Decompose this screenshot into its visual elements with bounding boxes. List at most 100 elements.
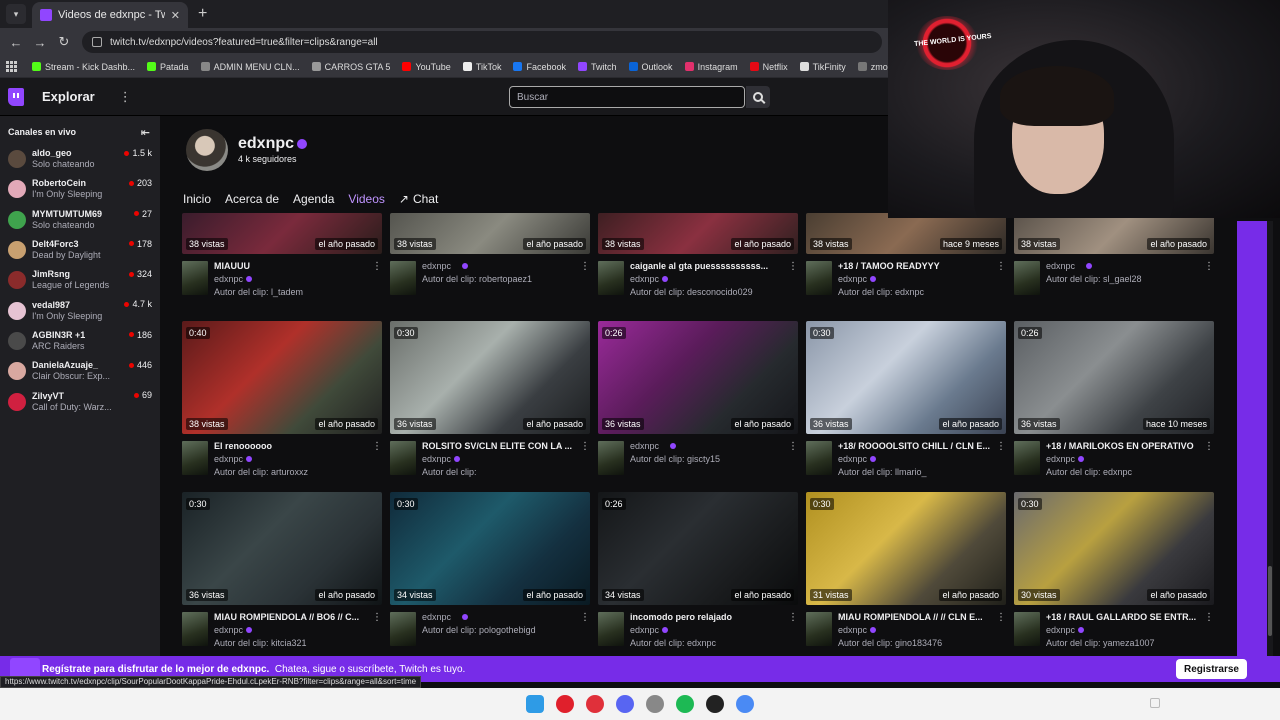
apps-grid-icon[interactable]	[6, 60, 18, 73]
clip-channel[interactable]: edxnpc	[838, 454, 877, 464]
browser-tab[interactable]: Videos de edxnpc - Twitch ✕	[32, 2, 188, 28]
collapse-sidebar-icon[interactable]: ⇤	[141, 126, 150, 139]
windows-start-icon[interactable]	[526, 695, 544, 713]
channel-avatar[interactable]	[186, 129, 228, 171]
clip-thumbnail[interactable]: 0:30 36 vistas el año pasado	[390, 321, 590, 434]
sidebar-channel[interactable]: RobertoCein I'm Only Sleeping 203	[0, 174, 160, 204]
bookmark-item[interactable]: CARROS GTA 5	[306, 62, 397, 72]
clip-title[interactable]: ROLSITO SV/CLN ELITE CON LA ...	[422, 441, 578, 451]
clip-title[interactable]: +18 / MARILOKOS EN OPERATIVO	[1046, 441, 1202, 451]
settings-icon[interactable]	[646, 695, 664, 713]
spotify-icon[interactable]	[676, 695, 694, 713]
bookmark-item[interactable]: YouTube	[396, 62, 456, 72]
clip-options-icon[interactable]: ⋮	[788, 612, 798, 623]
clip-channel-avatar[interactable]	[182, 441, 208, 475]
clip-title[interactable]: edxnpc	[1046, 261, 1202, 271]
sidebar-channel[interactable]: vedal987 I'm Only Sleeping 4.7 k	[0, 295, 160, 325]
clip-thumbnail[interactable]: 38 vistas el año pasado	[598, 213, 798, 254]
clip-channel[interactable]: edxnpc	[1046, 625, 1085, 635]
tray-icon[interactable]	[1150, 698, 1160, 708]
close-tab-icon[interactable]: ✕	[171, 9, 180, 22]
clip-options-icon[interactable]: ⋮	[788, 261, 798, 272]
clip-channel-avatar[interactable]	[1014, 612, 1040, 646]
clip-channel-avatar[interactable]	[598, 612, 624, 646]
opera-icon[interactable]	[556, 695, 574, 713]
register-button[interactable]: Registrarse	[1175, 659, 1247, 679]
forward-icon[interactable]: →	[28, 35, 52, 50]
sidebar-channel[interactable]: aldo_geo Solo chateando 1.5 k	[0, 144, 160, 174]
adobe-icon[interactable]	[586, 695, 604, 713]
clip-channel-avatar[interactable]	[390, 441, 416, 475]
clip-thumbnail[interactable]: 0:30 31 vistas el año pasado	[806, 492, 1006, 605]
search-button[interactable]	[746, 86, 770, 108]
tab-chat[interactable]: ↗ Chat	[399, 192, 438, 206]
clip-channel-avatar[interactable]	[598, 441, 624, 475]
tab-acerca-de[interactable]: Acerca de	[225, 192, 279, 206]
clip-thumbnail[interactable]: 0:30 36 vistas el año pasado	[806, 321, 1006, 434]
bookmark-item[interactable]: TikFinity	[794, 62, 852, 72]
tab-agenda[interactable]: Agenda	[293, 192, 334, 206]
clip-channel[interactable]: edxnpc	[838, 274, 877, 284]
clip-options-icon[interactable]: ⋮	[372, 612, 382, 623]
clip-thumbnail[interactable]: 0:26 34 vistas el año pasado	[598, 492, 798, 605]
clip-channel[interactable]: edxnpc	[214, 454, 253, 464]
bookmark-item[interactable]: Stream - Kick Dashb...	[26, 62, 141, 72]
clip-title[interactable]: +18 / RAUL GALLARDO SE ENTR...	[1046, 612, 1202, 622]
bookmark-item[interactable]: TikTok	[457, 62, 508, 72]
sidebar-channel[interactable]: MYMTUMTUM69 Solo chateando 27	[0, 205, 160, 235]
clip-options-icon[interactable]: ⋮	[788, 441, 798, 452]
clip-options-icon[interactable]: ⋮	[580, 612, 590, 623]
clip-options-icon[interactable]: ⋮	[996, 261, 1006, 272]
clip-thumbnail[interactable]: 0:30 34 vistas el año pasado	[390, 492, 590, 605]
clip-channel-avatar[interactable]	[390, 612, 416, 646]
clip-channel[interactable]: edxnpc	[422, 454, 461, 464]
bookmark-item[interactable]: Outlook	[623, 62, 679, 72]
clip-title[interactable]: edxnpc	[630, 441, 786, 451]
clip-channel-avatar[interactable]	[390, 261, 416, 295]
clip-channel[interactable]: edxnpc	[1046, 454, 1085, 464]
clip-options-icon[interactable]: ⋮	[1204, 261, 1214, 272]
clip-channel-avatar[interactable]	[1014, 261, 1040, 295]
clip-options-icon[interactable]: ⋮	[1204, 441, 1214, 452]
search-input[interactable]: Buscar	[509, 86, 745, 108]
bookmark-item[interactable]: ADMIN MENU CLN...	[195, 62, 306, 72]
twitch-logo-icon[interactable]	[8, 87, 24, 106]
sidebar-channel[interactable]: DanielaAzuaje_ Clair Obscur: Exp... 446	[0, 356, 160, 386]
clip-title[interactable]: edxnpc	[422, 261, 578, 271]
clip-title[interactable]: El renoooooo	[214, 441, 370, 451]
bookmark-item[interactable]: Netflix	[744, 62, 794, 72]
clip-thumbnail[interactable]: 0:30 30 vistas el año pasado	[1014, 492, 1214, 605]
clip-thumbnail[interactable]: 0:26 36 vistas el año pasado	[598, 321, 798, 434]
bookmark-item[interactable]: Patada	[141, 62, 195, 72]
clip-channel-avatar[interactable]	[598, 261, 624, 295]
sidebar-channel[interactable]: AGBIN3R +1 ARC Raiders 186	[0, 326, 160, 356]
clip-options-icon[interactable]: ⋮	[996, 441, 1006, 452]
sidebar-channel[interactable]: JimRsng League of Legends 324	[0, 265, 160, 295]
clip-options-icon[interactable]: ⋮	[580, 261, 590, 272]
clip-channel[interactable]: edxnpc	[630, 625, 669, 635]
explore-link[interactable]: Explorar	[42, 89, 95, 104]
tab-search-icon[interactable]: ▾	[6, 4, 26, 24]
clip-channel-avatar[interactable]	[182, 612, 208, 646]
clip-thumbnail[interactable]: 38 vistas el año pasado	[390, 213, 590, 254]
url-field[interactable]: twitch.tv/edxnpc/videos?featured=true&fi…	[82, 31, 882, 53]
bookmark-item[interactable]: Twitch	[572, 62, 623, 72]
back-icon[interactable]: ←	[4, 35, 28, 50]
clip-options-icon[interactable]: ⋮	[580, 441, 590, 452]
discord-icon[interactable]	[616, 695, 634, 713]
clip-title[interactable]: +18 / TAMOO READYYY	[838, 261, 994, 271]
clip-thumbnail[interactable]: 38 vistas el año pasado	[182, 213, 382, 254]
clip-options-icon[interactable]: ⋮	[996, 612, 1006, 623]
more-menu-icon[interactable]: ⋮	[119, 89, 132, 105]
site-info-icon[interactable]	[92, 37, 102, 47]
clip-options-icon[interactable]: ⋮	[372, 261, 382, 272]
clip-thumbnail[interactable]: 0:26 36 vistas hace 10 meses	[1014, 321, 1214, 434]
clip-options-icon[interactable]: ⋮	[1204, 612, 1214, 623]
new-tab-icon[interactable]: +	[198, 5, 207, 23]
record-icon[interactable]	[706, 695, 724, 713]
sidebar-channel[interactable]: ZilvyVT Call of Duty: Warz... 69	[0, 386, 160, 416]
channel-name[interactable]: edxnpc	[238, 135, 294, 153]
clip-title[interactable]: MIAU ROMPIENDOLA // BO6 // C...	[214, 612, 370, 622]
chrome-icon[interactable]	[736, 695, 754, 713]
clip-channel-avatar[interactable]	[806, 261, 832, 295]
